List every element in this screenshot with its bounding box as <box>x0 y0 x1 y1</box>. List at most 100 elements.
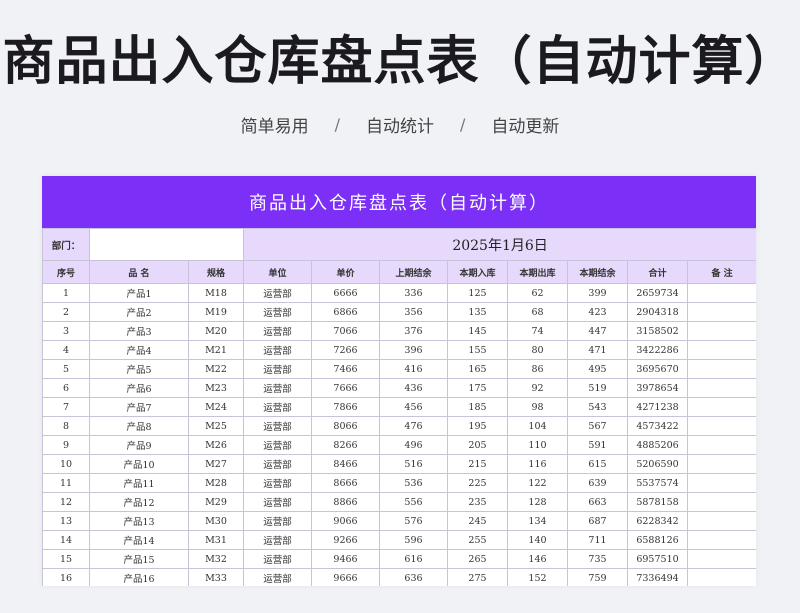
cell-col-remark[interactable] <box>686 511 756 531</box>
cell-col-total[interactable]: 3422286 <box>627 340 688 360</box>
cell-col-balance[interactable]: 735 <box>567 549 628 569</box>
cell-col-remark[interactable] <box>686 283 756 303</box>
cell-col-balance[interactable]: 639 <box>567 473 628 493</box>
cell-col-balance[interactable]: 687 <box>567 511 628 531</box>
cell-col-out[interactable]: 62 <box>507 283 568 303</box>
cell-col-unit[interactable]: 运营部 <box>243 549 312 569</box>
cell-col-remark[interactable] <box>686 530 756 550</box>
cell-col-unit[interactable]: 运营部 <box>243 435 312 455</box>
cell-col-product-name[interactable]: 产品5 <box>89 359 189 379</box>
cell-col-total[interactable]: 2659734 <box>627 283 688 303</box>
cell-col-total[interactable]: 5878158 <box>627 492 688 512</box>
cell-col-spec[interactable]: M28 <box>188 473 244 493</box>
cell-col-index[interactable]: 1 <box>42 283 90 303</box>
cell-col-out[interactable]: 128 <box>507 492 568 512</box>
cell-col-balance[interactable]: 495 <box>567 359 628 379</box>
cell-col-spec[interactable]: M29 <box>188 492 244 512</box>
cell-col-index[interactable]: 11 <box>42 473 90 493</box>
cell-col-product-name[interactable]: 产品6 <box>89 378 189 398</box>
cell-col-remark[interactable] <box>686 549 756 569</box>
cell-col-product-name[interactable]: 产品14 <box>89 530 189 550</box>
cell-col-index[interactable]: 9 <box>42 435 90 455</box>
cell-col-spec[interactable]: M21 <box>188 340 244 360</box>
cell-col-balance[interactable]: 399 <box>567 283 628 303</box>
cell-col-index[interactable]: 10 <box>42 454 90 474</box>
cell-col-prev-balance[interactable]: 356 <box>379 302 448 322</box>
cell-col-spec[interactable]: M23 <box>188 378 244 398</box>
cell-col-out[interactable]: 86 <box>507 359 568 379</box>
cell-col-index[interactable]: 13 <box>42 511 90 531</box>
cell-col-price[interactable]: 8466 <box>311 454 380 474</box>
cell-col-price[interactable]: 9666 <box>311 568 380 586</box>
cell-col-remark[interactable] <box>686 435 756 455</box>
cell-col-in[interactable]: 195 <box>447 416 508 436</box>
cell-col-spec[interactable]: M24 <box>188 397 244 417</box>
cell-col-spec[interactable]: M20 <box>188 321 244 341</box>
cell-col-prev-balance[interactable]: 396 <box>379 340 448 360</box>
cell-col-out[interactable]: 134 <box>507 511 568 531</box>
cell-col-out[interactable]: 68 <box>507 302 568 322</box>
cell-col-total[interactable]: 5537574 <box>627 473 688 493</box>
cell-col-balance[interactable]: 423 <box>567 302 628 322</box>
cell-col-unit[interactable]: 运营部 <box>243 568 312 586</box>
cell-col-remark[interactable] <box>686 359 756 379</box>
cell-col-total[interactable]: 4885206 <box>627 435 688 455</box>
cell-col-out[interactable]: 110 <box>507 435 568 455</box>
cell-col-total[interactable]: 3695670 <box>627 359 688 379</box>
cell-col-product-name[interactable]: 产品13 <box>89 511 189 531</box>
cell-col-index[interactable]: 4 <box>42 340 90 360</box>
cell-col-product-name[interactable]: 产品10 <box>89 454 189 474</box>
cell-col-remark[interactable] <box>686 454 756 474</box>
cell-col-prev-balance[interactable]: 596 <box>379 530 448 550</box>
dept-input-cell[interactable] <box>89 228 244 261</box>
cell-col-balance[interactable]: 519 <box>567 378 628 398</box>
cell-col-remark[interactable] <box>686 397 756 417</box>
cell-col-prev-balance[interactable]: 416 <box>379 359 448 379</box>
cell-col-prev-balance[interactable]: 516 <box>379 454 448 474</box>
cell-col-price[interactable]: 7066 <box>311 321 380 341</box>
cell-col-product-name[interactable]: 产品3 <box>89 321 189 341</box>
cell-col-spec[interactable]: M18 <box>188 283 244 303</box>
cell-col-price[interactable]: 8666 <box>311 473 380 493</box>
cell-col-remark[interactable] <box>686 416 756 436</box>
cell-col-price[interactable]: 6666 <box>311 283 380 303</box>
cell-col-unit[interactable]: 运营部 <box>243 378 312 398</box>
cell-col-unit[interactable]: 运营部 <box>243 492 312 512</box>
cell-col-price[interactable]: 8066 <box>311 416 380 436</box>
cell-col-remark[interactable] <box>686 473 756 493</box>
cell-col-prev-balance[interactable]: 336 <box>379 283 448 303</box>
cell-col-spec[interactable]: M32 <box>188 549 244 569</box>
cell-col-prev-balance[interactable]: 556 <box>379 492 448 512</box>
cell-col-in[interactable]: 135 <box>447 302 508 322</box>
cell-col-balance[interactable]: 711 <box>567 530 628 550</box>
cell-col-price[interactable]: 9066 <box>311 511 380 531</box>
cell-col-unit[interactable]: 运营部 <box>243 283 312 303</box>
cell-col-balance[interactable]: 567 <box>567 416 628 436</box>
cell-col-out[interactable]: 116 <box>507 454 568 474</box>
cell-col-spec[interactable]: M27 <box>188 454 244 474</box>
cell-col-prev-balance[interactable]: 636 <box>379 568 448 586</box>
cell-col-index[interactable]: 8 <box>42 416 90 436</box>
cell-col-remark[interactable] <box>686 568 756 586</box>
cell-col-price[interactable]: 7466 <box>311 359 380 379</box>
cell-col-unit[interactable]: 运营部 <box>243 321 312 341</box>
cell-col-product-name[interactable]: 产品7 <box>89 397 189 417</box>
cell-col-index[interactable]: 16 <box>42 568 90 586</box>
cell-col-balance[interactable]: 471 <box>567 340 628 360</box>
cell-col-total[interactable]: 4573422 <box>627 416 688 436</box>
cell-col-spec[interactable]: M31 <box>188 530 244 550</box>
cell-col-unit[interactable]: 运营部 <box>243 511 312 531</box>
cell-col-in[interactable]: 265 <box>447 549 508 569</box>
cell-col-prev-balance[interactable]: 476 <box>379 416 448 436</box>
cell-col-in[interactable]: 235 <box>447 492 508 512</box>
cell-col-spec[interactable]: M26 <box>188 435 244 455</box>
cell-col-product-name[interactable]: 产品1 <box>89 283 189 303</box>
cell-col-product-name[interactable]: 产品11 <box>89 473 189 493</box>
cell-col-unit[interactable]: 运营部 <box>243 473 312 493</box>
cell-col-unit[interactable]: 运营部 <box>243 302 312 322</box>
cell-col-remark[interactable] <box>686 321 756 341</box>
cell-col-unit[interactable]: 运营部 <box>243 397 312 417</box>
cell-col-total[interactable]: 5206590 <box>627 454 688 474</box>
cell-col-in[interactable]: 155 <box>447 340 508 360</box>
cell-col-in[interactable]: 165 <box>447 359 508 379</box>
